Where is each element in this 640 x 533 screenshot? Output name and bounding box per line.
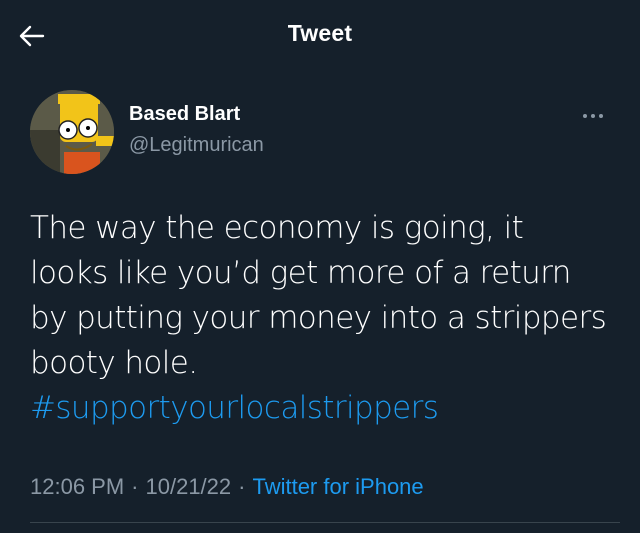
more-options-button[interactable] <box>578 106 608 126</box>
tweet-text: The way the economy is going, it looks l… <box>30 206 620 431</box>
tweet-author: Based Blart @Legitmurican <box>30 88 610 178</box>
tweet-meta: 12:06 PM · 10/21/22 · Twitter for iPhone <box>30 474 424 500</box>
tweet-line: by putting your money into a strippers <box>30 300 607 336</box>
author-handle[interactable]: @Legitmurican <box>129 134 264 157</box>
tweet-time: 12:06 PM <box>30 474 125 499</box>
meta-separator: · <box>238 474 246 499</box>
top-bar: Tweet <box>0 0 640 70</box>
tweet-line: looks like you’d get more of a return <box>30 255 571 291</box>
cartoon-avatar-icon <box>30 90 114 174</box>
hashtag-link[interactable]: #supportyourlocalstrippers <box>30 386 620 431</box>
tweet-line: booty hole. <box>30 345 198 381</box>
more-horizontal-icon <box>583 114 603 118</box>
tweet-date: 10/21/22 <box>145 474 232 499</box>
page-title: Tweet <box>287 20 353 46</box>
tweet-line: The way the economy is going, it <box>30 210 524 246</box>
avatar[interactable] <box>30 90 114 174</box>
tweet-source-link[interactable]: Twitter for iPhone <box>252 474 423 499</box>
author-display-name[interactable]: Based Blart <box>129 103 240 126</box>
divider <box>30 522 620 523</box>
meta-separator: · <box>131 474 139 499</box>
